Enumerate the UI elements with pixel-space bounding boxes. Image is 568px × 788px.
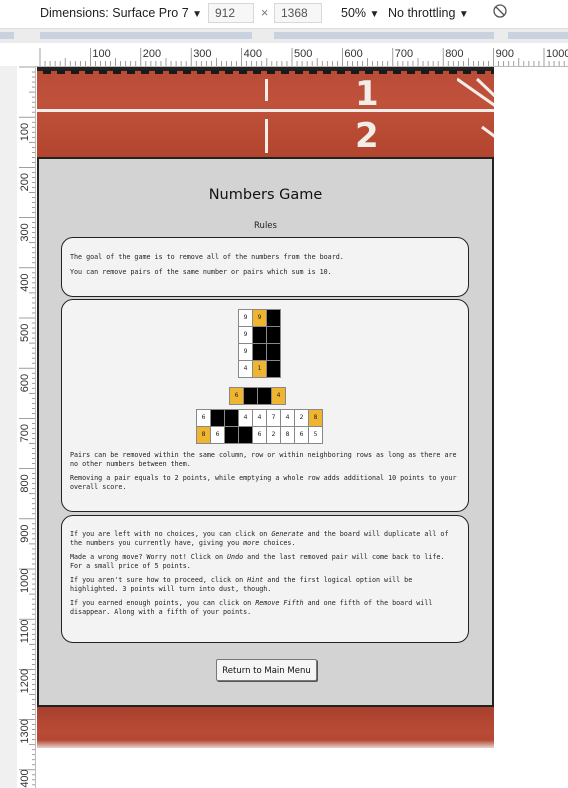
rules-text: Removing a pair equals to 2 points, whil…: [70, 474, 457, 491]
ruler-label: 900: [19, 524, 31, 542]
ruler-label: 1100: [19, 620, 31, 644]
rules-text: Made a wrong move? Worry not! Click on U…: [70, 553, 445, 570]
return-to-main-menu-button[interactable]: Return to Main Menu: [216, 659, 317, 681]
track-edge-dashes: [37, 67, 494, 74]
ruler-label: 400: [19, 273, 31, 291]
emulated-viewport: 1 2 Numbers Game Rules The goal of the g…: [37, 67, 494, 748]
height-input[interactable]: 1368: [274, 3, 322, 23]
devtools-toolbar: Dimensions: Surface Pro 7 ▼ 912 × 1368 5…: [0, 0, 568, 28]
ruler-label: 800: [19, 474, 31, 492]
ruler-label: 700: [19, 424, 31, 442]
chevron-down-icon: ▼: [458, 9, 469, 20]
ruler-label: 200: [143, 48, 161, 60]
rules-examples-box: 99 9 9 41 64 6447428 8662865 Pairs can b…: [61, 299, 469, 512]
media-query-bar: [0, 28, 568, 43]
ruler-label: 900: [496, 48, 514, 60]
rules-text: If you aren't sure how to proceed, click…: [70, 576, 413, 593]
rules-intro-box: The goal of the game is to remove all of…: [61, 237, 469, 297]
ruler-label: 1400: [19, 769, 31, 788]
ruler-label: 300: [193, 48, 211, 60]
pairs-rules: Pairs can be removed within the same col…: [70, 451, 462, 497]
example-row-pair: 64: [229, 387, 286, 405]
rules-text: The goal of the game is to remove all of…: [70, 253, 344, 261]
chevron-down-icon: ▼: [192, 9, 203, 20]
ruler-label: 600: [19, 374, 31, 392]
ruler-label: 300: [19, 223, 31, 241]
ruler-label: 1200: [19, 669, 31, 693]
chevron-down-icon: ▼: [369, 9, 380, 20]
ruler-label: 700: [395, 48, 413, 60]
times-icon: ×: [261, 6, 269, 20]
zoom-label: 50%: [341, 6, 367, 20]
ruler-label: 500: [19, 324, 31, 342]
lane-number: 1: [355, 74, 379, 114]
example-grid-vertical: 99 9 9 41: [238, 309, 281, 378]
running-track-banner: 1 2: [37, 67, 494, 157]
rules-text: You can remove pairs of the same number …: [70, 267, 332, 276]
throttling-label: No throttling: [388, 6, 456, 20]
ruler-label: 500: [294, 48, 312, 60]
lane-number: 2: [355, 116, 379, 156]
throttling-dropdown[interactable]: No throttling ▼: [388, 6, 469, 20]
ruler-corner: [0, 66, 17, 788]
ruler-label: 100: [19, 123, 31, 141]
page-subtitle: Rules: [254, 221, 277, 231]
horizontal-ruler: 100 200 300 400 500 600 700 800 900 1000: [36, 46, 568, 67]
ruler-label: 800: [445, 48, 463, 60]
zoom-dropdown[interactable]: 50% ▼: [341, 6, 379, 20]
dimensions-dropdown[interactable]: Dimensions: Surface Pro 7 ▼: [40, 6, 202, 20]
rules-text: If you are left with no choices, you can…: [70, 530, 449, 547]
ruler-label: 400: [244, 48, 262, 60]
ruler-label: 1300: [19, 719, 31, 743]
running-track-footer: [37, 707, 494, 748]
rules-text: Pairs can be removed within the same col…: [70, 451, 457, 468]
rules-panel: Numbers Game Rules The goal of the game …: [37, 157, 494, 707]
example-grid-wide: 6447428 8662865: [196, 409, 323, 444]
ruler-label: 600: [344, 48, 362, 60]
vertical-ruler: 100 200 300 400 500 600 700 800 900 1000 1100 1200 1…: [17, 66, 36, 788]
ruler-label: 1000: [546, 48, 568, 60]
dimensions-label: Dimensions: Surface Pro 7: [40, 6, 189, 20]
page-title: Numbers Game: [208, 187, 323, 203]
ruler-label: 1000: [19, 569, 31, 593]
ruler-label: 100: [92, 48, 110, 60]
rotate-icon[interactable]: [492, 3, 508, 22]
ruler-label: 200: [19, 173, 31, 191]
rules-help-box: If you are left with no choices, you can…: [61, 515, 469, 643]
rules-text: If you earned enough points, you can cli…: [70, 599, 433, 616]
width-input[interactable]: 912: [208, 3, 254, 23]
